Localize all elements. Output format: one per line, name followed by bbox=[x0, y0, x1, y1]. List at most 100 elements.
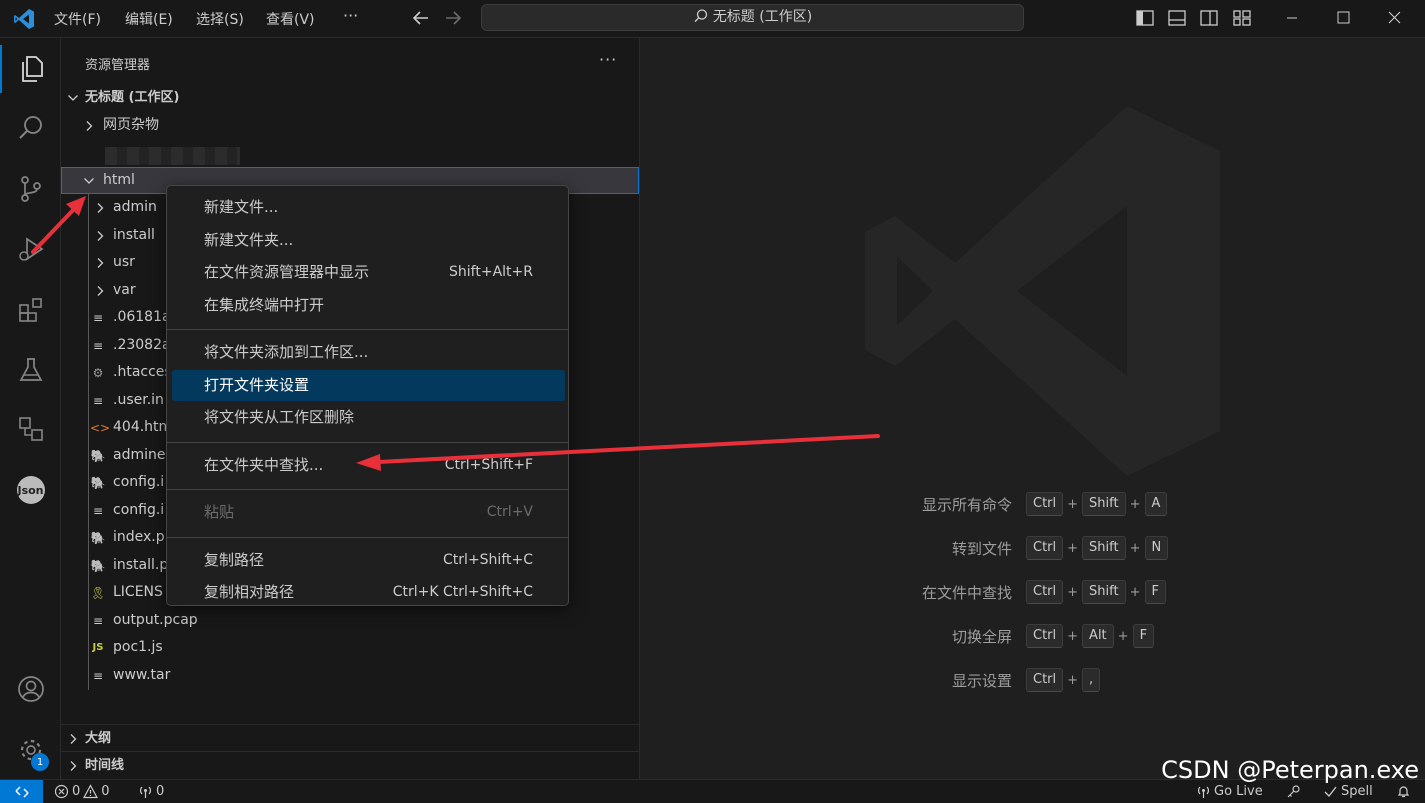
vscode-logo-icon[interactable] bbox=[12, 7, 36, 31]
context-menu-item[interactable]: 打开文件夹设置 bbox=[172, 369, 565, 401]
chevron-right-icon bbox=[86, 121, 93, 131]
json-icon: Json bbox=[16, 476, 45, 504]
activity-source-control[interactable] bbox=[0, 165, 61, 213]
menu-view[interactable]: 查看(V) bbox=[266, 9, 315, 29]
context-menu-item[interactable]: 在文件资源管理器中显示 Shift+Alt+R bbox=[172, 257, 565, 288]
tree-label: .23082a bbox=[113, 336, 171, 353]
menu-more[interactable]: ··· bbox=[343, 6, 358, 25]
explorer-more-actions-icon[interactable]: ··· bbox=[599, 50, 617, 69]
timeline-section[interactable]: 时间线 bbox=[61, 751, 639, 778]
php-file-icon: 🐘 bbox=[90, 476, 106, 490]
activity-remote-explorer[interactable] bbox=[0, 405, 61, 453]
context-menu-item[interactable]: 复制相对路径 Ctrl+K Ctrl+Shift+C bbox=[172, 577, 565, 608]
context-menu-item[interactable]: 在文件夹中查找... Ctrl+Shift+F bbox=[172, 450, 565, 481]
forward-arrow-icon[interactable] bbox=[441, 6, 465, 30]
menu-separator bbox=[167, 441, 568, 443]
key-plus: + bbox=[1129, 496, 1141, 512]
tree-folder-web[interactable]: 网页杂物 bbox=[61, 112, 639, 139]
activity-json[interactable]: Json bbox=[0, 466, 61, 514]
menu-separator bbox=[167, 489, 568, 490]
context-menu-item[interactable]: 复制路径 Ctrl+Shift+C bbox=[172, 545, 565, 576]
go-live-button[interactable]: Go Live bbox=[1196, 784, 1263, 799]
command-center-search[interactable]: 无标题 (工作区) bbox=[481, 4, 1024, 31]
remote-icon bbox=[14, 785, 29, 798]
remote-indicator[interactable] bbox=[0, 780, 43, 803]
context-menu-label: 在文件资源管理器中显示 bbox=[204, 263, 370, 281]
problems-indicator[interactable]: 0 0 bbox=[54, 784, 110, 799]
chevron-down-icon bbox=[68, 95, 78, 101]
spell-check-indicator[interactable]: Spell bbox=[1323, 784, 1373, 799]
text-file-icon: ≡ bbox=[92, 503, 104, 518]
tree-label: admine bbox=[113, 446, 166, 463]
activity-extensions[interactable] bbox=[0, 286, 61, 334]
context-menu-label: 粘贴 bbox=[204, 503, 235, 521]
key-plus: + bbox=[1129, 540, 1141, 556]
customize-layout-icon[interactable] bbox=[1231, 7, 1253, 29]
text-file-icon: ≡ bbox=[92, 311, 104, 325]
outline-section[interactable]: 大纲 bbox=[61, 724, 639, 751]
context-menu-item[interactable]: 在集成终端中打开 bbox=[172, 290, 565, 321]
search-icon bbox=[694, 9, 707, 23]
key-plus: + bbox=[1067, 496, 1079, 512]
activity-accounts[interactable] bbox=[0, 665, 61, 713]
context-menu-label: 将文件夹添加到工作区... bbox=[204, 343, 369, 361]
context-menu-shortcut: Ctrl+Shift+F bbox=[444, 456, 533, 473]
back-arrow-icon[interactable] bbox=[409, 6, 433, 30]
keycap: F bbox=[1132, 624, 1155, 648]
toggle-primary-sidebar-icon[interactable] bbox=[1134, 7, 1156, 29]
context-menu-label: 打开文件夹设置 bbox=[204, 375, 310, 394]
minimize-icon[interactable] bbox=[1267, 0, 1317, 36]
warning-count: 0 bbox=[101, 784, 110, 799]
bell-icon[interactable] bbox=[1396, 784, 1411, 799]
tree-label: admin bbox=[113, 199, 157, 215]
activity-explorer[interactable] bbox=[0, 45, 61, 93]
context-menu-item[interactable]: 将文件夹添加到工作区... bbox=[172, 337, 565, 368]
shortcut-hint: 显示设置 Ctrl +, bbox=[640, 668, 1425, 692]
keycap: Ctrl bbox=[1026, 668, 1064, 692]
tree-label: install bbox=[113, 226, 155, 243]
key-icon[interactable] bbox=[1286, 784, 1301, 799]
check-icon bbox=[1324, 786, 1337, 797]
context-menu-shortcut: Shift+Alt+R bbox=[449, 264, 533, 280]
error-icon bbox=[54, 784, 69, 799]
maximize-icon[interactable] bbox=[1318, 0, 1368, 36]
menu-edit[interactable]: 编辑(E) bbox=[125, 9, 173, 29]
activity-manage[interactable]: 1 bbox=[0, 726, 61, 774]
menu-file[interactable]: 文件(F) bbox=[54, 9, 101, 29]
shortcut-keys: Ctrl + Shift + A bbox=[1026, 492, 1168, 516]
shortcut-label: 显示设置 bbox=[951, 672, 1012, 690]
activity-search[interactable] bbox=[0, 104, 61, 152]
tree-label: html bbox=[103, 172, 135, 188]
context-menu-label: 新建文件夹... bbox=[204, 230, 294, 249]
tree-label: install.p bbox=[113, 556, 169, 573]
ports-indicator[interactable]: 0 bbox=[138, 784, 164, 799]
context-menu-item[interactable]: 新建文件夹... bbox=[172, 225, 565, 256]
toggle-secondary-sidebar-icon[interactable] bbox=[1198, 7, 1220, 29]
toggle-panel-icon[interactable] bbox=[1166, 7, 1188, 29]
tree-label: .htacces bbox=[113, 364, 172, 380]
tree-label: config.i bbox=[113, 501, 165, 518]
keycap: Ctrl bbox=[1026, 536, 1064, 560]
activity-run-debug[interactable] bbox=[0, 225, 61, 273]
shortcut-hint: 在文件中查找 Ctrl + Shift + F bbox=[640, 580, 1425, 604]
tree-file[interactable]: JS poc1.js bbox=[61, 634, 639, 661]
tree-file[interactable]: ≡ www.tar bbox=[61, 662, 639, 689]
activity-testing[interactable] bbox=[0, 346, 61, 394]
shortcut-hint: 显示所有命令 Ctrl + Shift + A bbox=[640, 492, 1425, 516]
menu-selection[interactable]: 选择(S) bbox=[196, 9, 244, 29]
close-icon[interactable] bbox=[1370, 0, 1420, 36]
text-file-icon: ≡ bbox=[92, 393, 104, 408]
tree-label: 网页杂物 bbox=[103, 117, 159, 133]
workspace-header[interactable]: 无标题 (工作区) bbox=[61, 84, 639, 111]
key-plus: + bbox=[1067, 540, 1079, 556]
shortcut-hint: 切换全屏 Ctrl + Alt + F bbox=[640, 624, 1425, 648]
source-control-icon bbox=[20, 176, 41, 202]
tree-file[interactable]: ≡ output.pcap bbox=[61, 607, 639, 634]
context-menu-label: 在集成终端中打开 bbox=[204, 295, 325, 314]
context-menu-item[interactable]: 将文件夹从工作区删除 bbox=[172, 402, 565, 433]
tree-label: .06181a bbox=[113, 309, 171, 325]
shortcut-label: 转到文件 bbox=[951, 540, 1012, 558]
ports-count: 0 bbox=[156, 784, 165, 799]
context-menu-item[interactable]: 新建文件... bbox=[172, 192, 565, 223]
editor-area: 显示所有命令 Ctrl + Shift + A 转到文件 Ctrl + Shift + N 在文件中查找… bbox=[640, 38, 1425, 779]
